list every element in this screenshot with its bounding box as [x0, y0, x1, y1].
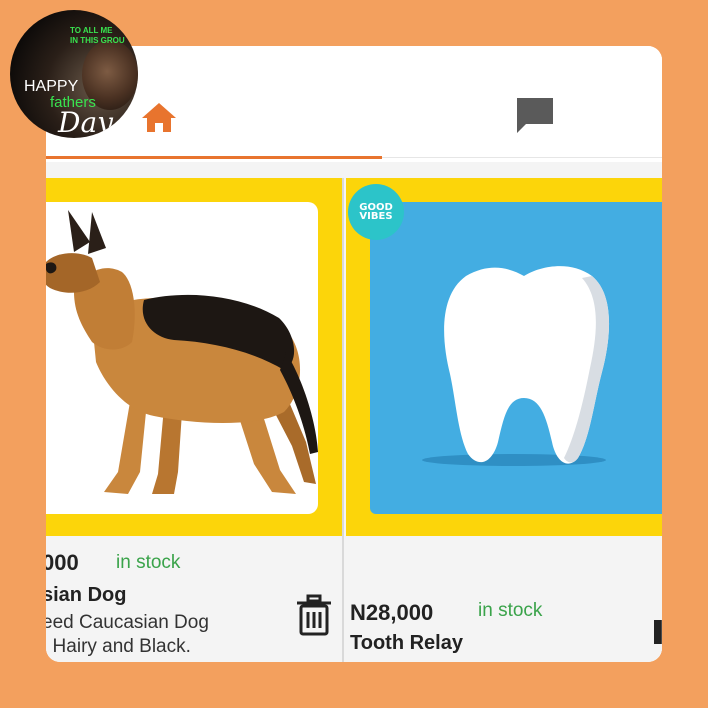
clipped-icon: ▌ — [654, 620, 662, 644]
tab-bar — [46, 46, 662, 162]
tab-chat[interactable] — [514, 96, 556, 136]
app-card: GOOD VIBES 000 in stock sian Dog eed Cauc… — [46, 46, 662, 662]
active-tab-indicator — [46, 156, 382, 159]
avatar[interactable]: TO ALL ME IN THIS GROU HAPPY fathers Day — [10, 10, 138, 138]
product-separator — [342, 178, 344, 662]
tooth-image — [422, 266, 610, 466]
good-vibes-badge: GOOD VIBES — [348, 184, 404, 240]
avatar-text-line1: TO ALL ME — [70, 26, 113, 35]
product-title: Tooth Relay — [350, 632, 463, 654]
product-title: sian Dog — [46, 584, 127, 606]
tab-home[interactable] — [140, 100, 178, 136]
product-image — [46, 202, 318, 514]
stock-status: in stock — [116, 552, 181, 573]
product-description-line2: . Hairy and Black. — [46, 636, 191, 657]
home-icon — [142, 103, 176, 132]
avatar-text-line2: IN THIS GROU — [70, 36, 125, 45]
product-card-tooth[interactable] — [346, 178, 662, 662]
product-price: N28,000 — [350, 600, 434, 625]
product-price: 000 — [46, 550, 79, 575]
dog-image — [46, 210, 318, 494]
trash-icon — [297, 594, 331, 636]
avatar-day: Day — [58, 106, 113, 138]
badge-line2: VIBES — [359, 211, 393, 222]
delete-button[interactable] — [294, 594, 334, 638]
product-description-line1: eed Caucasian Dog — [46, 612, 209, 633]
product-grid: GOOD VIBES — [46, 162, 662, 662]
product-image-frame — [46, 178, 342, 536]
product-image — [370, 202, 662, 514]
tab-divider — [382, 157, 662, 158]
page-frame: GOOD VIBES 000 in stock sian Dog eed Cauc… — [0, 0, 708, 708]
chat-icon — [517, 98, 553, 133]
stock-status: in stock — [478, 600, 543, 621]
